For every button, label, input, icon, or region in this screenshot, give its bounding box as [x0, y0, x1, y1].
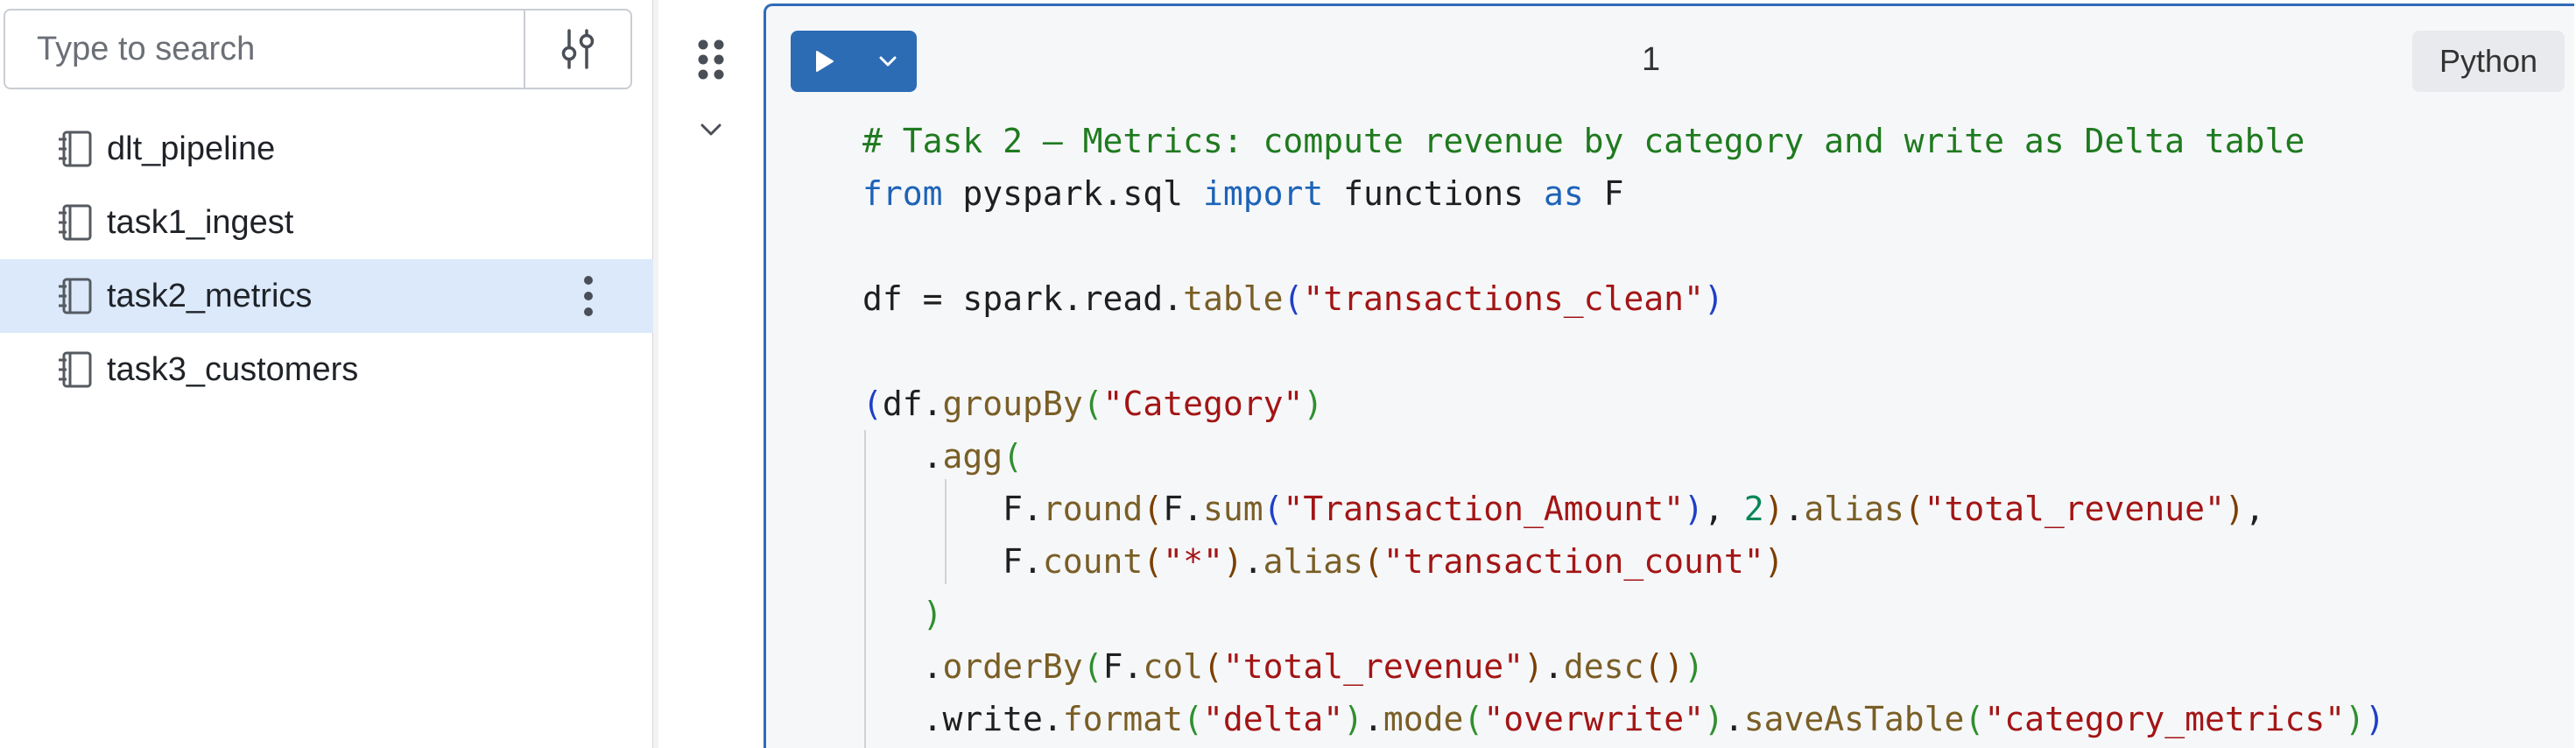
- file-label: task1_ingest: [107, 204, 294, 241]
- chevron-down-icon: [700, 123, 721, 136]
- code-line: .orderBy(F.col("total_revenue").desc()): [862, 647, 1704, 686]
- file-list: dlt_pipeline task1_ingest task2_metrics: [0, 112, 653, 406]
- code-editor[interactable]: # Task 2 — Metrics: compute revenue by c…: [766, 111, 2570, 748]
- file-item-dlt-pipeline[interactable]: dlt_pipeline: [0, 112, 653, 186]
- cell-number: 1: [1642, 41, 1661, 78]
- more-vertical-icon: [584, 276, 593, 316]
- play-icon: [816, 51, 834, 72]
- code-line: from pyspark.sql import functions as F: [862, 174, 1624, 213]
- drag-handle-icon: [698, 39, 724, 80]
- language-selector[interactable]: Python: [2412, 31, 2565, 92]
- notebook-icon: [59, 131, 92, 167]
- file-item-task1-ingest[interactable]: task1_ingest: [0, 186, 653, 259]
- notebook-icon: [59, 351, 92, 388]
- code-line: .agg(: [862, 437, 1024, 476]
- sidebar-resize-handle[interactable]: [653, 0, 658, 748]
- filter-sliders-icon: [561, 29, 595, 69]
- file-actions-button[interactable]: [571, 273, 606, 319]
- run-cell-button[interactable]: [791, 31, 859, 92]
- code-line: df = spark.read.table("transactions_clea…: [862, 279, 1724, 318]
- cell-collapse-button[interactable]: [693, 112, 728, 147]
- code-line: F.round(F.sum("Transaction_Amount"), 2).…: [862, 490, 2265, 528]
- code-line: # Task 2 — Metrics: compute revenue by c…: [862, 122, 2305, 160]
- run-button-group: [791, 31, 917, 92]
- search-input[interactable]: [5, 11, 524, 88]
- notebook-icon: [59, 278, 92, 314]
- cell-drag-handle[interactable]: [692, 33, 730, 86]
- file-item-task3-customers[interactable]: task3_customers: [0, 333, 653, 406]
- file-label: task3_customers: [107, 351, 359, 388]
- file-label: dlt_pipeline: [107, 131, 276, 167]
- workspace-sidebar: dlt_pipeline task1_ingest task2_metrics: [0, 0, 653, 748]
- notebook-cell[interactable]: 1 Python # Task 2 — Metrics: compute rev…: [764, 4, 2574, 748]
- notebook-icon: [59, 204, 92, 241]
- code-line: .write.format("delta").mode("overwrite")…: [922, 700, 2385, 738]
- chevron-down-icon: [879, 56, 897, 67]
- search-box: [4, 9, 632, 89]
- file-item-task2-metrics[interactable]: task2_metrics: [0, 259, 653, 333]
- code-line: F.count("*").alias("transaction_count"): [862, 542, 1784, 581]
- run-options-button[interactable]: [859, 31, 917, 92]
- code-line: ): [922, 595, 943, 633]
- filter-button[interactable]: [525, 11, 630, 88]
- file-label: task2_metrics: [107, 278, 313, 314]
- code-line: (df.groupBy("Category"): [862, 385, 1324, 423]
